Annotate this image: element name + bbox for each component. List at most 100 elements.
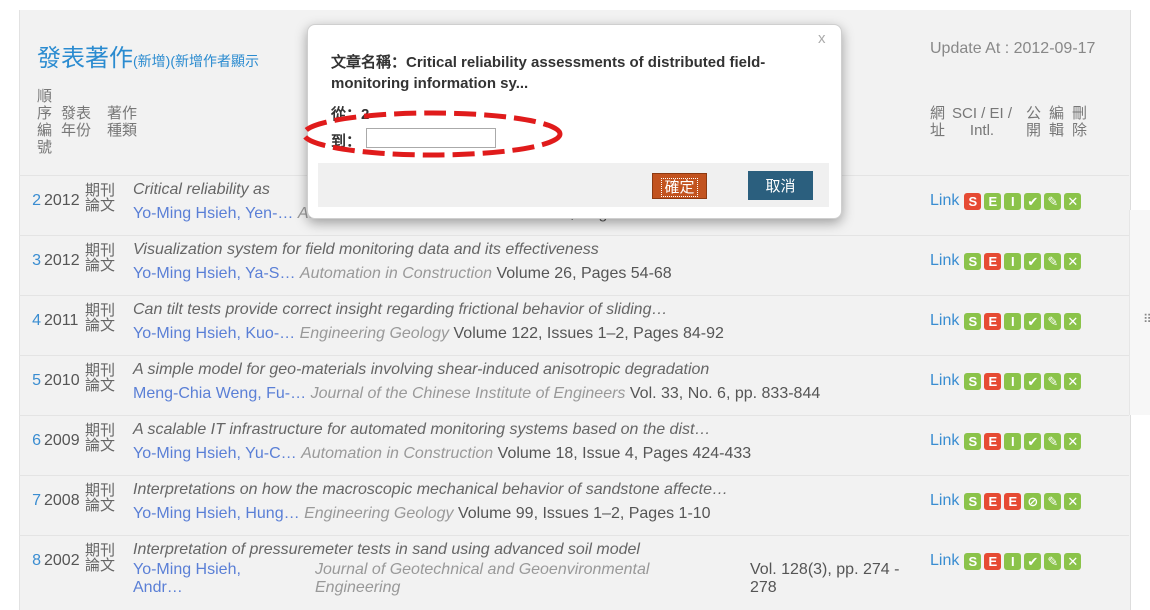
row-journal: Journal of Geotechnical and Geoenvironme… <box>315 561 650 596</box>
row-authors: Yo-Ming Hsieh, Ya-S… <box>133 265 296 282</box>
right-edge-scroll-strip[interactable]: ⠿ <box>1129 210 1150 415</box>
row-url-link[interactable]: Link <box>930 432 959 449</box>
row-url-link[interactable]: Link <box>930 252 959 269</box>
row-title: Can tilt tests provide correct insight r… <box>133 301 668 318</box>
ei-toggle-icon[interactable]: E <box>984 492 1002 510</box>
row-journal: Journal of the Chinese Institute of Engi… <box>310 385 626 402</box>
edit-pencil-icon[interactable]: ✎ <box>1044 252 1062 270</box>
row-number-link[interactable]: 6 <box>19 432 41 450</box>
private-icon[interactable]: ⊘ <box>1024 492 1042 510</box>
row-authors-link[interactable]: Yo-Ming Hsieh, Andr… <box>133 561 241 597</box>
ei-toggle-icon[interactable]: E <box>984 432 1002 450</box>
row-year: 2009 <box>44 432 80 449</box>
row-actions: Link S E E ⊘ ✎ ✕ <box>930 492 1082 510</box>
delete-x-icon[interactable]: ✕ <box>1064 552 1082 570</box>
intl-toggle-icon[interactable]: I <box>1004 192 1022 210</box>
delete-x-icon[interactable]: ✕ <box>1064 372 1082 390</box>
ei-toggle-icon[interactable]: E <box>984 192 1002 210</box>
row-year: 2010 <box>44 372 80 389</box>
row-authors-link[interactable]: Yo-Ming Hsieh, Yu-C… Automation in Const… <box>133 445 751 463</box>
add-author-display-link[interactable]: (新增作者顯示 <box>170 53 259 69</box>
add-publication-link[interactable]: (新增) <box>133 53 170 69</box>
delete-x-icon[interactable]: ✕ <box>1064 492 1082 510</box>
row-url-link[interactable]: Link <box>930 312 959 329</box>
row-actions: Link S E I ✔ ✎ ✕ <box>930 312 1082 330</box>
row-title: Critical reliability as <box>133 181 270 198</box>
sci-toggle-icon[interactable]: S <box>964 252 982 270</box>
intl-toggle-icon[interactable]: I <box>1004 252 1022 270</box>
confirm-button[interactable]: 確定 <box>652 173 707 199</box>
row-authors: Meng-Chia Weng, Fu-… <box>133 385 307 402</box>
edit-pencil-icon[interactable]: ✎ <box>1044 552 1062 570</box>
row-actions: Link S E I ✔ ✎ ✕ <box>930 432 1082 450</box>
edit-pencil-icon[interactable]: ✎ <box>1044 372 1062 390</box>
sci-toggle-icon[interactable]: S <box>964 432 982 450</box>
row-url-link[interactable]: Link <box>930 192 959 209</box>
cancel-button[interactable]: 取消 <box>748 171 813 200</box>
grip-icon: ⠿ <box>1143 312 1150 326</box>
edit-pencil-icon[interactable]: ✎ <box>1044 312 1062 330</box>
row-number-link[interactable]: 7 <box>19 492 41 510</box>
sci-toggle-icon[interactable]: S <box>964 492 982 510</box>
row-year: 2002 <box>44 552 80 569</box>
row-year: 2012 <box>44 252 80 269</box>
row-journal: Engineering Geology <box>304 505 454 522</box>
col-header-index: SCI / EI / Intl. <box>952 105 1013 139</box>
row-number-link[interactable]: 2 <box>19 192 41 210</box>
row-number-link[interactable]: 3 <box>19 252 41 270</box>
sci-toggle-icon[interactable]: S <box>964 372 982 390</box>
sci-toggle-icon[interactable]: S <box>964 312 982 330</box>
public-check-icon[interactable]: ✔ <box>1024 372 1042 390</box>
delete-x-icon[interactable]: ✕ <box>1064 432 1082 450</box>
delete-x-icon[interactable]: ✕ <box>1064 312 1082 330</box>
col-header-order: 順 序 編 號 <box>37 88 53 156</box>
sci-toggle-icon[interactable]: S <box>964 552 982 570</box>
ei-toggle-icon[interactable]: E <box>984 252 1002 270</box>
intl-toggle-icon[interactable]: E <box>1004 492 1022 510</box>
row-authors-link[interactable]: Yo-Ming Hsieh, Hung… Engineering Geology… <box>133 505 711 523</box>
row-url-link[interactable]: Link <box>930 492 959 509</box>
delete-x-icon[interactable]: ✕ <box>1064 192 1082 210</box>
row-authors-link[interactable]: Meng-Chia Weng, Fu-… Journal of the Chin… <box>133 385 820 403</box>
dialog-title-label: 文章名稱： <box>331 54 407 71</box>
edit-pencil-icon[interactable]: ✎ <box>1044 192 1062 210</box>
row-authors-link[interactable]: Yo-Ming Hsieh, Ya-S… Automation in Const… <box>133 265 672 283</box>
row-actions: Link S E I ✔ ✎ ✕ <box>930 192 1082 210</box>
public-check-icon[interactable]: ✔ <box>1024 552 1042 570</box>
public-check-icon[interactable]: ✔ <box>1024 312 1042 330</box>
row-number-link[interactable]: 4 <box>19 312 41 330</box>
col-header-edit: 編 輯 <box>1049 105 1065 139</box>
dialog-from-row: 從：2 <box>331 103 369 124</box>
intl-toggle-icon[interactable]: I <box>1004 372 1022 390</box>
row-url-link[interactable]: Link <box>930 552 959 569</box>
col-header-public: 公 開 <box>1026 105 1042 139</box>
row-number-link[interactable]: 8 <box>19 552 41 570</box>
row-number-link[interactable]: 5 <box>19 372 41 390</box>
update-timestamp: Update At : 2012-09-17 <box>930 40 1096 57</box>
ei-toggle-icon[interactable]: E <box>984 312 1002 330</box>
page-title-text: 發表著作 <box>37 45 133 72</box>
ei-toggle-icon[interactable]: E <box>984 552 1002 570</box>
row-type: 期刊 論文 <box>85 242 116 274</box>
intl-toggle-icon[interactable]: I <box>1004 432 1022 450</box>
row-authors: Yo-Ming Hsieh, Yu-C… <box>133 445 297 462</box>
to-position-input[interactable] <box>366 128 496 148</box>
col-header-url: 網 址 <box>930 105 946 139</box>
intl-toggle-icon[interactable]: I <box>1004 552 1022 570</box>
sci-toggle-icon[interactable]: S <box>964 192 982 210</box>
intl-toggle-icon[interactable]: I <box>1004 312 1022 330</box>
ei-toggle-icon[interactable]: E <box>984 372 1002 390</box>
row-volume: Volume 26, Pages 54-68 <box>496 265 672 282</box>
row-authors-link[interactable]: Yo-Ming Hsieh, Kuo-… Engineering Geology… <box>133 325 724 343</box>
row-url-link[interactable]: Link <box>930 372 959 389</box>
close-icon[interactable]: x <box>818 30 826 47</box>
public-check-icon[interactable]: ✔ <box>1024 252 1042 270</box>
public-check-icon[interactable]: ✔ <box>1024 432 1042 450</box>
edit-pencil-icon[interactable]: ✎ <box>1044 432 1062 450</box>
edit-pencil-icon[interactable]: ✎ <box>1044 492 1062 510</box>
row-actions: Link S E I ✔ ✎ ✕ <box>930 552 1082 570</box>
delete-x-icon[interactable]: ✕ <box>1064 252 1082 270</box>
row-authors: Yo-Ming Hsieh, Yen-… <box>133 205 294 222</box>
public-check-icon[interactable]: ✔ <box>1024 192 1042 210</box>
confirm-button-label: 確定 <box>661 177 698 197</box>
